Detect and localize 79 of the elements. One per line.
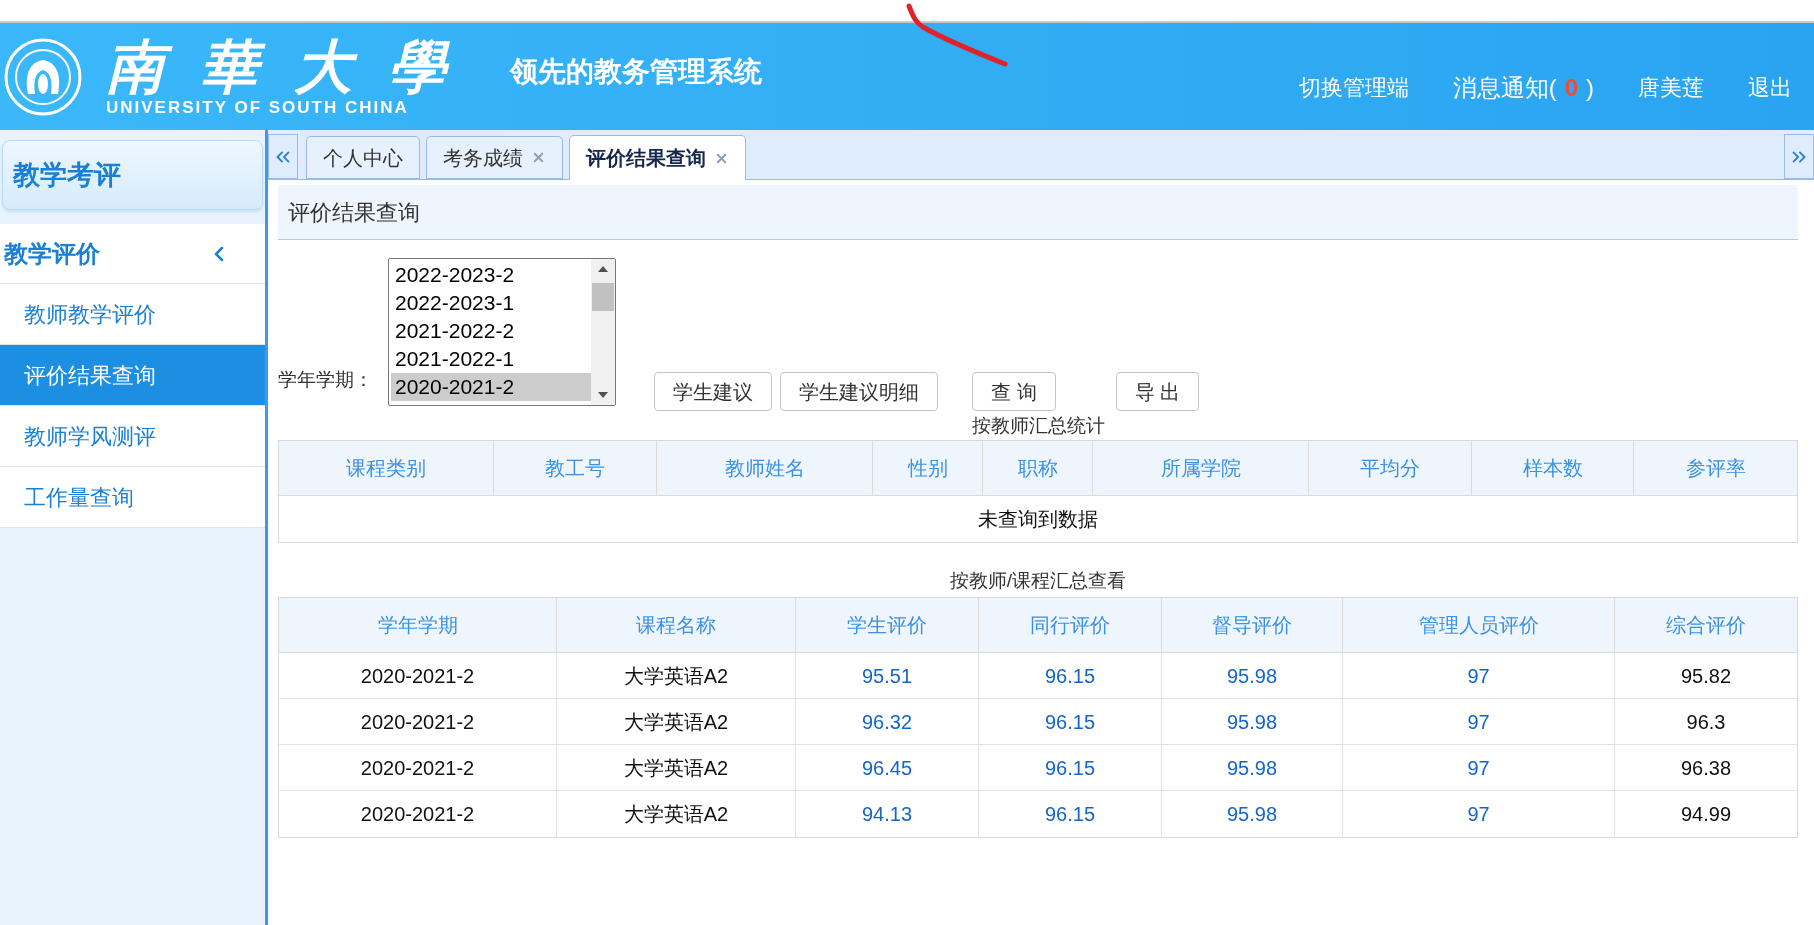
score-link[interactable]: 96.15 <box>1044 752 1096 783</box>
score-link[interactable]: 97 <box>1467 706 1490 737</box>
tab[interactable]: 考务成绩 <box>426 136 563 179</box>
column-header: 参评率 <box>1684 456 1747 481</box>
score-link[interactable]: 96.15 <box>1044 660 1096 691</box>
score-link[interactable]: 96.15 <box>1044 706 1096 737</box>
action-button[interactable]: 导 出 <box>1115 372 1200 411</box>
scrollbar[interactable] <box>591 259 615 405</box>
tab[interactable]: 个人中心 <box>306 136 420 179</box>
action-button[interactable]: 学生建议明细 <box>780 372 938 411</box>
score-link[interactable]: 97 <box>1467 752 1490 783</box>
table-cell-text: 2020-2021-2 <box>360 709 475 735</box>
score-link[interactable]: 95.98 <box>1226 799 1278 829</box>
listbox-option[interactable]: 2021-2022-2 <box>391 317 591 345</box>
close-icon[interactable] <box>531 150 546 165</box>
scrollbar-thumb[interactable] <box>592 283 614 311</box>
score-link[interactable]: 95.98 <box>1226 752 1278 783</box>
scroll-tabs-right-button[interactable] <box>1784 134 1814 179</box>
sidebar-item[interactable]: 工作量查询 <box>0 467 265 528</box>
table-cell-text: 大学英语A2 <box>623 755 729 781</box>
listbox-option[interactable]: 2020-2021-2 <box>391 373 591 401</box>
table-caption: 按教师汇总统计 <box>970 414 1106 438</box>
menu-group-header[interactable]: 教学评价 <box>0 224 265 284</box>
score-link[interactable]: 96.45 <box>861 752 913 783</box>
sidebar-title: 教学考评 <box>2 140 263 210</box>
action-button[interactable]: 学生建议 <box>654 372 772 411</box>
logo-subtitle: UNIVERSITY OF SOUTH CHINA <box>106 97 410 118</box>
column-header: 管理人员评价 <box>1343 598 1615 652</box>
empty-message: 未查询到数据 <box>978 507 1098 532</box>
system-slogan: 领先的教务管理系统 <box>510 54 762 89</box>
column-header: 所属学院 <box>1093 441 1309 495</box>
score-link[interactable]: 95.51 <box>861 660 913 691</box>
action-button[interactable]: 查 询 <box>972 372 1056 411</box>
scroll-up-icon[interactable] <box>597 265 609 273</box>
tab[interactable]: 评价结果查询 <box>569 135 746 180</box>
listbox-option[interactable]: 2022-2023-2 <box>391 261 591 289</box>
table-cell-text: 95.82 <box>1680 663 1732 689</box>
sidebar-item[interactable]: 评价结果查询 <box>0 345 265 406</box>
sidebar-item[interactable]: 教师教学评价 <box>0 284 265 345</box>
score-link[interactable]: 94.13 <box>861 799 913 829</box>
score-link[interactable]: 97 <box>1467 660 1490 691</box>
logo-name: 南華大學 <box>106 35 482 98</box>
table-cell-text: 96.38 <box>1680 755 1732 781</box>
semester-listbox[interactable]: 2022-2023-2 2022-2023-1 2021-2022-2 2021-2022-1 2020-2021-2 <box>388 258 616 406</box>
column-header: 课程类别 <box>279 441 494 495</box>
column-header: 性别 <box>873 441 983 495</box>
score-link[interactable]: 95.98 <box>1226 706 1278 737</box>
column-header: 平均分 <box>1309 441 1472 495</box>
page-title-bar: 评价结果查询 <box>278 185 1798 240</box>
university-seal-icon <box>4 37 82 116</box>
column-header: 学生评价 <box>796 598 979 652</box>
column-header: 综合评价 <box>1665 613 1747 638</box>
table-cell-text: 96.3 <box>1686 709 1726 735</box>
score-link[interactable]: 96.15 <box>1044 799 1096 829</box>
table-cell-text: 2020-2021-2 <box>360 755 475 781</box>
listbox-option[interactable]: 2021-2022-1 <box>391 345 591 373</box>
column-header: 同行评价 <box>979 598 1162 652</box>
score-link[interactable]: 95.98 <box>1226 660 1278 691</box>
score-link[interactable]: 97 <box>1467 799 1490 829</box>
column-header: 教工号 <box>494 441 657 495</box>
table-cell-text: 94.99 <box>1680 802 1732 827</box>
table-caption: 按教师/课程汇总查看 <box>948 569 1128 593</box>
table-cell-text: 2020-2021-2 <box>360 663 475 689</box>
column-header: 教师姓名 <box>657 441 873 495</box>
column-header: 职称 <box>983 441 1093 495</box>
table-cell-text: 2020-2021-2 <box>360 802 475 827</box>
column-header: 学年学期 <box>279 598 557 652</box>
field-label: 学年学期： <box>278 367 374 392</box>
sidebar-item[interactable]: 教师学风测评 <box>0 406 265 467</box>
column-header: 样本数 <box>1472 441 1634 495</box>
scroll-tabs-left-button[interactable] <box>268 134 298 179</box>
score-link[interactable]: 96.32 <box>861 706 913 737</box>
column-header: 督导评价 <box>1162 598 1343 652</box>
scroll-down-icon[interactable] <box>597 391 609 399</box>
table-cell-text: 大学英语A2 <box>623 802 729 827</box>
column-header: 课程名称 <box>557 598 796 652</box>
table-cell-text: 大学英语A2 <box>623 709 729 735</box>
listbox-option[interactable]: 2022-2023-1 <box>391 289 591 317</box>
table-cell-text: 大学英语A2 <box>623 663 729 689</box>
